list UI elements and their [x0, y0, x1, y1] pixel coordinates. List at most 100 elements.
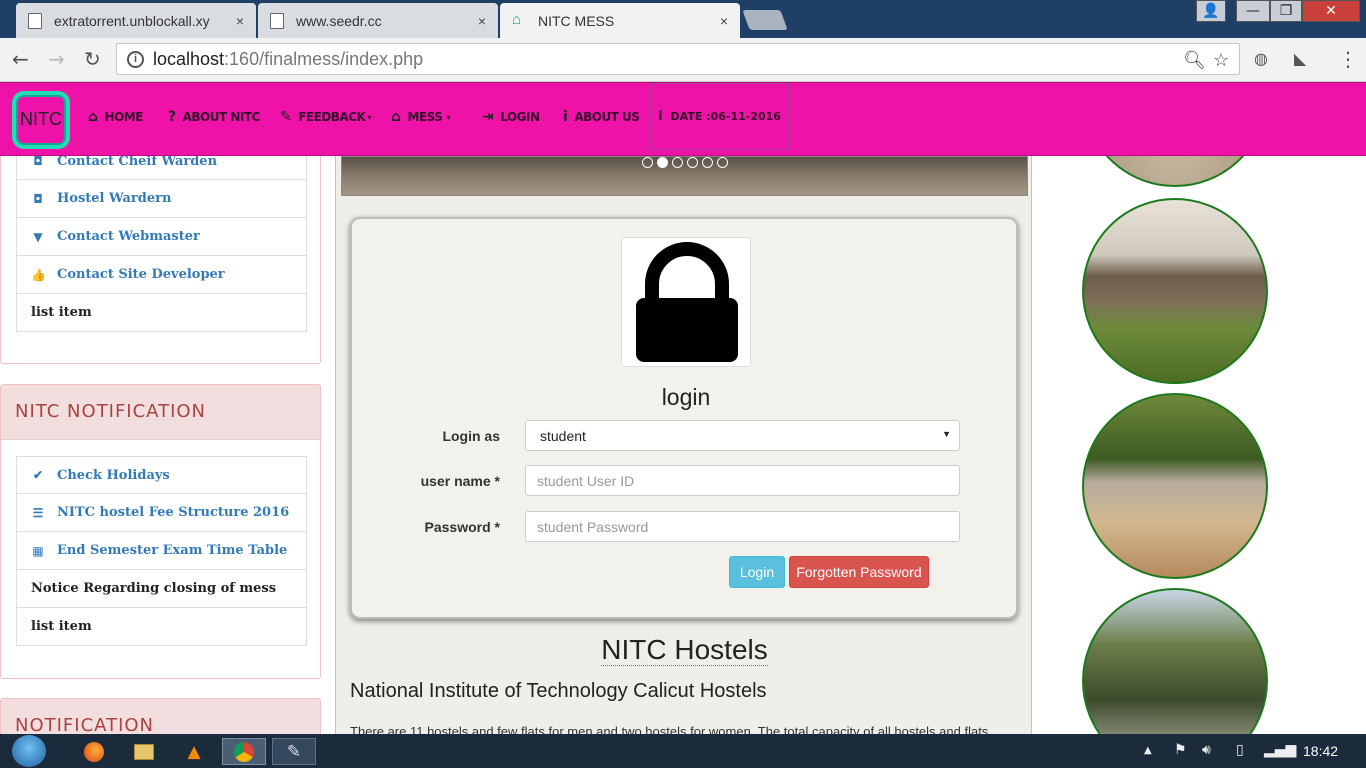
image-carousel[interactable] — [341, 156, 1028, 196]
network-signal-icon[interactable]: ▂▄▆ — [1264, 742, 1296, 758]
chevron-down-icon: ▼ — [942, 429, 951, 439]
list-item[interactable]: 👍 Contact Site Developer — [16, 256, 307, 294]
tab-close-icon[interactable]: × — [478, 13, 486, 29]
site-info-icon[interactable]: i — [127, 51, 144, 68]
thumbs-up-icon: 👍 — [31, 267, 46, 282]
show-hidden-icons-icon[interactable]: ▲ — [1144, 745, 1152, 756]
back-arrow-icon[interactable]: ← — [12, 48, 29, 70]
reload-icon[interactable]: ↻ — [84, 48, 101, 70]
tab-title: www.seedr.cc — [296, 12, 382, 29]
nitc-notification-panel: NITC NOTIFICATION ✔ Check Holidays ☰ NITC … — [0, 384, 321, 679]
url-host: localhost — [153, 49, 225, 69]
list-item-label: Contact Site Developer — [57, 267, 225, 282]
caret-down-icon: ▾ — [367, 112, 371, 122]
list-item[interactable]: list item — [16, 294, 307, 332]
close-window-button[interactable]: ✕ — [1302, 0, 1360, 22]
triangle-down-icon: ▼ — [33, 229, 43, 244]
forward-arrow-icon[interactable]: → — [48, 48, 65, 70]
login-icon: ⇥ — [482, 109, 494, 125]
tab-close-icon[interactable]: × — [720, 13, 728, 29]
login-button[interactable]: Login — [729, 556, 785, 588]
carousel-dot[interactable] — [672, 157, 683, 168]
carousel-dot[interactable] — [657, 157, 668, 168]
nav-about-us[interactable]: i ABOUT US — [563, 109, 640, 125]
left-sidebar: ◘ Contact Cheif Warden ◘ Hostel Wardern ▼ C… — [0, 126, 322, 758]
profile-button[interactable]: 👤 — [1196, 0, 1226, 22]
firefox-icon[interactable] — [74, 738, 114, 765]
username-label: user name * — [420, 473, 500, 489]
address-bar[interactable]: i localhost:160/finalmess/index.php 🔍︎ ☆ — [116, 43, 1240, 75]
site-navbar: NITC ⌂ HOME ? ABOUT NITC ✎ FEEDBACK ▾ ⌂ … — [0, 82, 1366, 156]
question-circle-icon: ? — [168, 109, 176, 125]
calendar-icon: ▦ — [32, 543, 44, 558]
username-input[interactable]: student User ID — [525, 465, 960, 496]
contact-panel: ◘ Contact Cheif Warden ◘ Hostel Wardern ▼ C… — [0, 126, 321, 364]
list-item[interactable]: ▦ End Semester Exam Time Table — [16, 532, 307, 570]
browser-tab-strip: extratorrent.unblockall.xy × www.seedr.c… — [0, 0, 1366, 38]
notification-list: ✔ Check Holidays ☰ NITC hostel Fee Structu… — [16, 456, 307, 646]
list-item[interactable]: ◘ Hostel Wardern — [16, 180, 307, 218]
volume-icon[interactable]: 🔊︎ — [1202, 742, 1211, 758]
extension-icon[interactable]: ◣ — [1294, 48, 1306, 70]
tab-title: NITC MESS — [538, 12, 615, 29]
nav-home[interactable]: ⌂ HOME — [88, 109, 143, 125]
browser-tab[interactable]: www.seedr.cc × — [258, 3, 498, 38]
forgot-password-button[interactable]: Forgotten Password — [789, 556, 929, 588]
login-as-row: Login as student ▼ — [352, 420, 1020, 452]
maximize-button[interactable]: ❐ — [1270, 0, 1302, 22]
carousel-dot[interactable] — [687, 157, 698, 168]
carousel-dot[interactable] — [702, 157, 713, 168]
main-content: login Login as student ▼ user name * stu… — [335, 156, 1033, 739]
menu-icon[interactable]: ⋮ — [1338, 48, 1358, 70]
password-row: Password * student Password — [352, 511, 1020, 543]
login-as-select[interactable]: student ▼ — [525, 420, 960, 451]
section-subtitle: National Institute of Technology Calicut… — [350, 680, 767, 702]
brand-logo[interactable]: NITC — [12, 91, 70, 149]
login-form: login Login as student ▼ user name * stu… — [350, 217, 1018, 619]
clock[interactable]: 18:42 — [1303, 743, 1338, 759]
start-button[interactable] — [12, 735, 46, 767]
right-gallery — [1046, 156, 1366, 734]
list-item[interactable]: ✔ Check Holidays — [16, 456, 307, 494]
battery-icon[interactable]: ▯ — [1236, 742, 1244, 758]
tab-close-icon[interactable]: × — [236, 13, 244, 29]
zoom-icon[interactable]: 🔍︎ — [1183, 50, 1206, 71]
list-item[interactable]: list item — [16, 608, 307, 646]
file-explorer-icon[interactable] — [124, 738, 164, 765]
nav-feedback-dropdown[interactable]: ✎ FEEDBACK ▾ — [280, 109, 371, 125]
minimize-button[interactable]: — — [1236, 0, 1270, 22]
carousel-dot[interactable] — [642, 157, 653, 168]
section-title: NITC Hostels — [336, 634, 1033, 666]
contact-list: ◘ Contact Cheif Warden ◘ Hostel Wardern ▼ C… — [16, 142, 307, 332]
select-value: student — [540, 428, 586, 444]
paint-icon[interactable]: ✎ — [272, 738, 316, 765]
browser-tab-active[interactable]: ⌂ NITC MESS × — [500, 3, 740, 38]
camera-icon: ◘ — [33, 191, 43, 206]
carousel-indicators — [642, 157, 728, 168]
nav-mess-dropdown[interactable]: ⌂ MESS ▾ — [391, 109, 450, 125]
vlc-icon[interactable]: ▲ — [174, 738, 214, 765]
hostel-photo — [1082, 393, 1268, 579]
hostel-photo — [1082, 588, 1268, 734]
new-tab-button[interactable] — [742, 10, 788, 30]
taskbar: ▲ ✎ ▲ ⚑ 🔊︎ ▯ ▂▄▆ 18:42 — [0, 734, 1366, 768]
bookmark-star-icon[interactable]: ☆ — [1213, 50, 1229, 71]
nav-label: HOME — [104, 110, 144, 124]
hostel-photo — [1082, 156, 1268, 187]
flag-icon[interactable]: ⚑ — [1174, 742, 1187, 758]
tab-title: extratorrent.unblockall.xy — [54, 12, 210, 29]
list-icon: ☰ — [32, 505, 44, 520]
list-item[interactable]: ▼ Contact Webmaster — [16, 218, 307, 256]
nav-login[interactable]: ⇥ LOGIN — [482, 109, 540, 125]
list-item[interactable]: Notice Regarding closing of mess — [16, 570, 307, 608]
page-icon — [28, 12, 42, 29]
chrome-icon[interactable] — [222, 738, 266, 765]
browser-tab[interactable]: extratorrent.unblockall.xy × — [16, 3, 256, 38]
extension-icon[interactable]: ◍ — [1254, 48, 1268, 70]
nav-about-nitc[interactable]: ? ABOUT NITC — [168, 109, 260, 125]
carousel-dot[interactable] — [717, 157, 728, 168]
nav-label: MESS — [407, 110, 443, 124]
section-title-text: NITC Hostels — [601, 634, 768, 666]
password-input[interactable]: student Password — [525, 511, 960, 542]
list-item[interactable]: ☰ NITC hostel Fee Structure 2016 — [16, 494, 307, 532]
